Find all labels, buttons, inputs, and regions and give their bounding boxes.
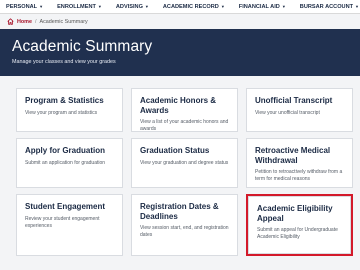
card-registration-dates-deadlines[interactable]: Registration Dates & Deadlines View sess… xyxy=(131,194,238,256)
card-graduation-status[interactable]: Graduation Status View your graduation a… xyxy=(131,138,238,188)
nav-financial-aid[interactable]: FINANCIAL AID ▼ xyxy=(239,4,286,10)
card-title: Program & Statistics xyxy=(25,96,104,105)
card-program-statistics[interactable]: Program & Statistics View your program a… xyxy=(16,88,123,132)
card-title: Unofficial Transcript xyxy=(255,96,333,105)
card-description: View session start, end, and registratio… xyxy=(140,225,229,238)
card-description: View your unofficial transcript xyxy=(255,109,320,116)
breadcrumb-separator: / xyxy=(34,18,37,25)
nav-personal[interactable]: PERSONAL ▼ xyxy=(6,4,43,10)
nav-academic-record-label: ACADEMIC RECORD xyxy=(162,3,219,10)
page-title: Academic Summary xyxy=(12,38,153,55)
nav-advising[interactable]: ADVISING ▼ xyxy=(116,4,149,10)
breadcrumb-home-link[interactable]: Home xyxy=(17,19,32,25)
card-title: Academic Eligibility Appeal xyxy=(257,204,333,223)
nav-enrollment[interactable]: ENROLLMENT ▼ xyxy=(57,4,102,10)
nav-personal-label: PERSONAL xyxy=(6,3,38,10)
chevron-down-icon: ▼ xyxy=(220,4,225,9)
card-student-engagement[interactable]: Student Engagement Review your student e… xyxy=(16,194,123,256)
card-title: Apply for Graduation xyxy=(25,146,105,155)
card-academic-eligibility-appeal[interactable]: Academic Eligibility Appeal Submit an ap… xyxy=(248,196,351,254)
nav-bursar-account-label: BURSAR ACCOUNT xyxy=(299,3,354,10)
chevron-down-icon: ▼ xyxy=(144,4,149,9)
card-title: Retroactive Medical Withdrawal xyxy=(255,146,331,165)
card-title: Graduation Status xyxy=(140,146,210,155)
nav-advising-label: ADVISING xyxy=(115,3,143,10)
card-title: Registration Dates & Deadlines xyxy=(140,202,219,221)
page-subtitle: Manage your classes and view your grades xyxy=(12,59,116,65)
nav-financial-aid-label: FINANCIAL AID xyxy=(238,3,280,10)
breadcrumb: Home / Academic Summary xyxy=(0,14,360,29)
card-description: Petition to retroactively withdraw from … xyxy=(255,169,343,182)
card-title: Academic Honors & Awards xyxy=(140,96,217,115)
nav-enrollment-label: ENROLLMENT xyxy=(57,3,96,10)
chevron-down-icon: ▼ xyxy=(97,4,102,9)
card-apply-for-graduation[interactable]: Apply for Graduation Submit an applicati… xyxy=(16,138,123,188)
nav-bursar-account[interactable]: BURSAR ACCOUNT ▼ xyxy=(300,4,359,10)
card-description: Submit an application for graduation xyxy=(25,159,106,166)
card-unofficial-transcript[interactable]: Unofficial Transcript View your unoffici… xyxy=(246,88,353,132)
chevron-down-icon: ▼ xyxy=(355,4,360,9)
nav-academic-record[interactable]: ACADEMIC RECORD ▼ xyxy=(163,4,225,10)
card-title: Student Engagement xyxy=(25,202,106,211)
card-grid: Program & Statistics View your program a… xyxy=(0,76,360,270)
card-description: View your program and statistics xyxy=(25,109,98,116)
chevron-down-icon: ▼ xyxy=(39,4,44,9)
home-icon[interactable] xyxy=(7,18,14,25)
card-description: Submit an appeal for Undergraduate Acade… xyxy=(257,227,338,240)
card-retroactive-medical-withdrawal[interactable]: Retroactive Medical Withdrawal Petition … xyxy=(246,138,353,188)
card-description: View a list of your academic honors and … xyxy=(140,119,229,132)
page-header: Academic Summary Manage your classes and… xyxy=(0,29,360,76)
breadcrumb-current: Academic Summary xyxy=(39,18,88,25)
top-navigation: PERSONAL ▼ ENROLLMENT ▼ ADVISING ▼ ACADEMIC… xyxy=(0,0,360,14)
card-description: Review your student engagement experienc… xyxy=(25,215,100,229)
chevron-down-icon: ▼ xyxy=(281,4,286,9)
card-academic-honors-awards[interactable]: Academic Honors & Awards View a list of … xyxy=(131,88,238,132)
card-description: View your graduation and degree status xyxy=(140,159,229,166)
